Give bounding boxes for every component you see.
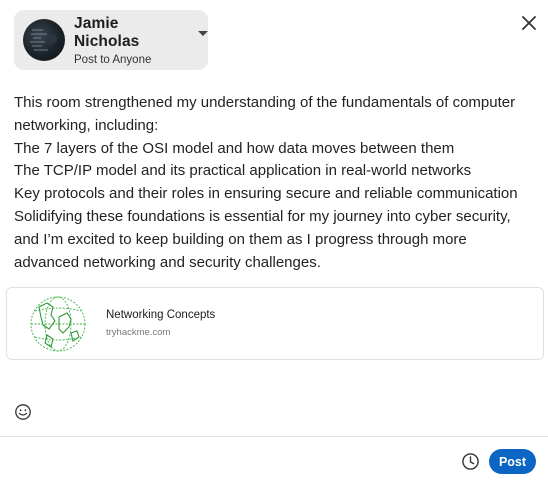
post-text-editor[interactable]: This room strengthened my understanding … (14, 92, 534, 274)
globe-icon (30, 296, 86, 351)
link-preview-title: Networking Concepts (106, 309, 216, 321)
link-preview-domain: tryhackme.com (106, 327, 171, 338)
clock-icon (462, 453, 479, 470)
post-line: The 7 layers of the OSI model and how da… (14, 139, 455, 157)
avatar (23, 19, 65, 61)
post-line: The TCP/IP model and its practical appli… (14, 162, 472, 180)
author-selector[interactable]: Jamie Nicholas Post to Anyone (14, 10, 208, 70)
post-button[interactable]: Post (489, 449, 536, 474)
post-line: and I’m excited to keep building on them… (14, 230, 467, 248)
post-line: Solidifying these foundations is essenti… (14, 207, 511, 225)
close-icon (522, 16, 536, 30)
post-line: advanced networking and security challen… (14, 253, 321, 271)
link-preview-card[interactable]: Networking Concepts tryhackme.com (6, 287, 544, 360)
schedule-button[interactable] (461, 452, 480, 471)
author-name: Jamie Nicholas (74, 14, 140, 50)
emoji-icon (15, 404, 31, 420)
visibility-label: Post to Anyone (74, 53, 152, 66)
post-line: Key protocols and their roles in ensurin… (14, 185, 518, 203)
emoji-button[interactable] (14, 403, 32, 421)
footer-divider (0, 436, 548, 437)
close-button[interactable] (518, 12, 540, 34)
post-line: networking, including: (14, 116, 159, 134)
caret-down-icon (198, 31, 208, 36)
post-line: This room strengthened my understanding … (14, 94, 516, 111)
